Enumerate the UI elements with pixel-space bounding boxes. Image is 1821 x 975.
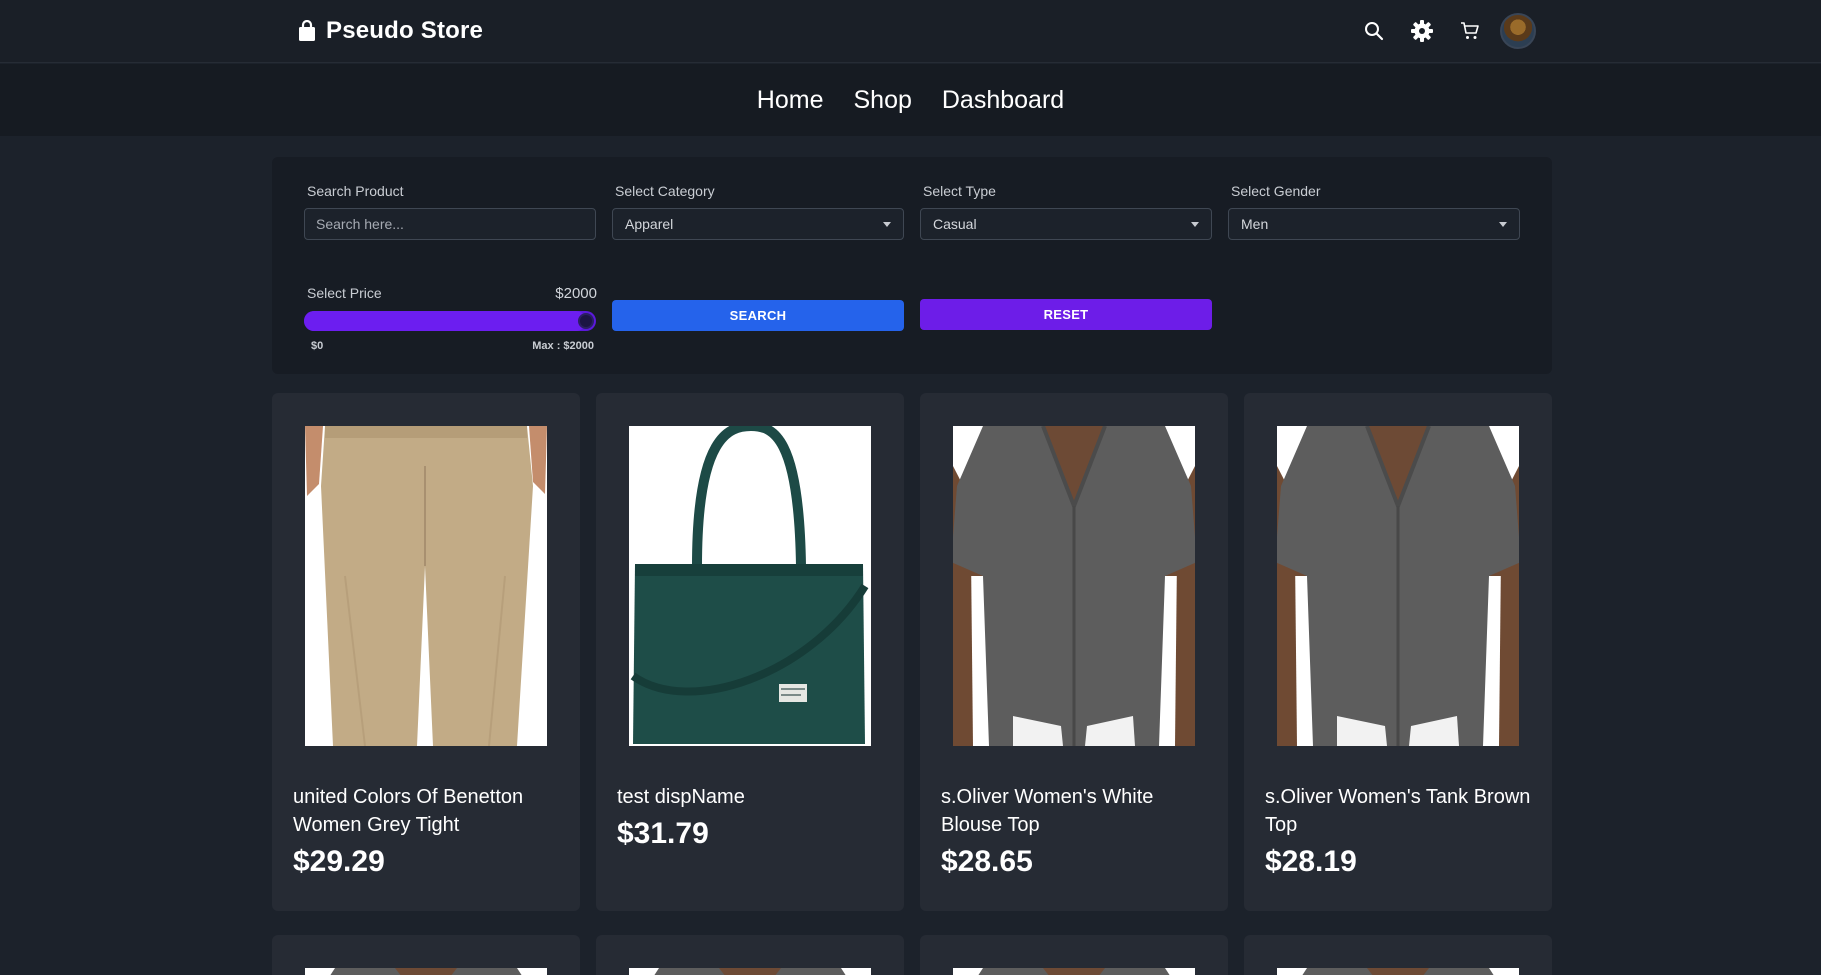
product-name[interactable]: s.Oliver Women's White Blouse Top [941,783,1216,839]
type-value: Casual [933,216,977,232]
product-card[interactable] [1244,935,1552,975]
user-avatar[interactable] [1500,13,1536,49]
price-slider-handle[interactable] [578,313,594,329]
gender-value: Men [1241,216,1269,232]
product-name[interactable]: test dispName [617,783,892,811]
product-image-khaki-trousers[interactable] [305,426,547,746]
price-label: Select Price [307,285,382,301]
type-select[interactable]: Casual [920,208,1212,240]
brand-name: Pseudo Store [326,17,484,44]
shopping-bag-icon [299,20,315,41]
price-value: $2000 [555,285,597,302]
product-card[interactable]: s.Oliver Women's White Blouse Top $28.65 [920,393,1228,911]
product-image-green-tote-bag[interactable] [629,426,871,746]
top-header: Pseudo Store [0,0,1821,63]
search-product-label: Search Product [307,183,404,199]
gender-select[interactable]: Men [1228,208,1520,240]
product-image-grey-shirt[interactable] [1277,968,1519,975]
product-card[interactable] [596,935,904,975]
product-card[interactable] [272,935,580,975]
nav-link-home[interactable]: Home [757,86,824,115]
product-price: $29.29 [293,845,385,878]
product-card[interactable]: s.Oliver Women's Tank Brown Top $28.19 [1244,393,1552,911]
product-image-grey-shirt[interactable] [953,968,1195,975]
product-image-grey-shirt[interactable] [1277,426,1519,746]
reset-button[interactable]: RESET [920,299,1212,330]
price-max-label: Max : $2000 [532,340,594,352]
brand-logo[interactable]: Pseudo Store [298,17,483,45]
product-image-grey-shirt[interactable] [305,968,547,975]
category-value: Apparel [625,216,674,232]
chevron-down-icon [1499,221,1507,227]
product-image-grey-shirt[interactable] [629,968,871,975]
product-card[interactable]: test dispName $31.79 [596,393,904,911]
type-label: Select Type [923,183,996,199]
search-icon[interactable] [1362,19,1386,43]
gender-group: Select Gender Men [1228,183,1520,240]
chevron-down-icon [883,221,891,227]
category-group: Select Category Apparel [612,183,904,240]
product-price: $28.65 [941,845,1033,878]
product-card[interactable]: united Colors Of Benetton Women Grey Tig… [272,393,580,911]
main-nav: Home Shop Dashboard [0,64,1821,136]
product-card[interactable] [920,935,1228,975]
product-price: $28.19 [1265,845,1357,878]
product-price: $31.79 [617,817,709,850]
nav-link-dashboard[interactable]: Dashboard [942,86,1064,115]
product-name[interactable]: s.Oliver Women's Tank Brown Top [1265,783,1540,839]
price-slider[interactable] [304,311,596,331]
chevron-down-icon [1191,221,1199,227]
price-group: Select Price $2000 $0 Max : $2000 [304,285,597,352]
nav-link-shop[interactable]: Shop [853,86,911,115]
search-button[interactable]: SEARCH [612,300,904,331]
price-min-label: $0 [311,340,324,352]
gear-icon[interactable] [1410,19,1434,43]
search-input[interactable] [304,208,596,240]
filter-panel: Search Product Select Category Apparel S… [272,157,1552,374]
category-select[interactable]: Apparel [612,208,904,240]
gender-label: Select Gender [1231,183,1321,199]
cart-icon[interactable] [1458,19,1482,43]
type-group: Select Type Casual [920,183,1212,240]
price-slider-fill [304,311,586,331]
product-name[interactable]: united Colors Of Benetton Women Grey Tig… [293,783,568,839]
search-product-group: Search Product [304,183,596,240]
category-label: Select Category [615,183,715,199]
product-image-grey-shirt[interactable] [953,426,1195,746]
